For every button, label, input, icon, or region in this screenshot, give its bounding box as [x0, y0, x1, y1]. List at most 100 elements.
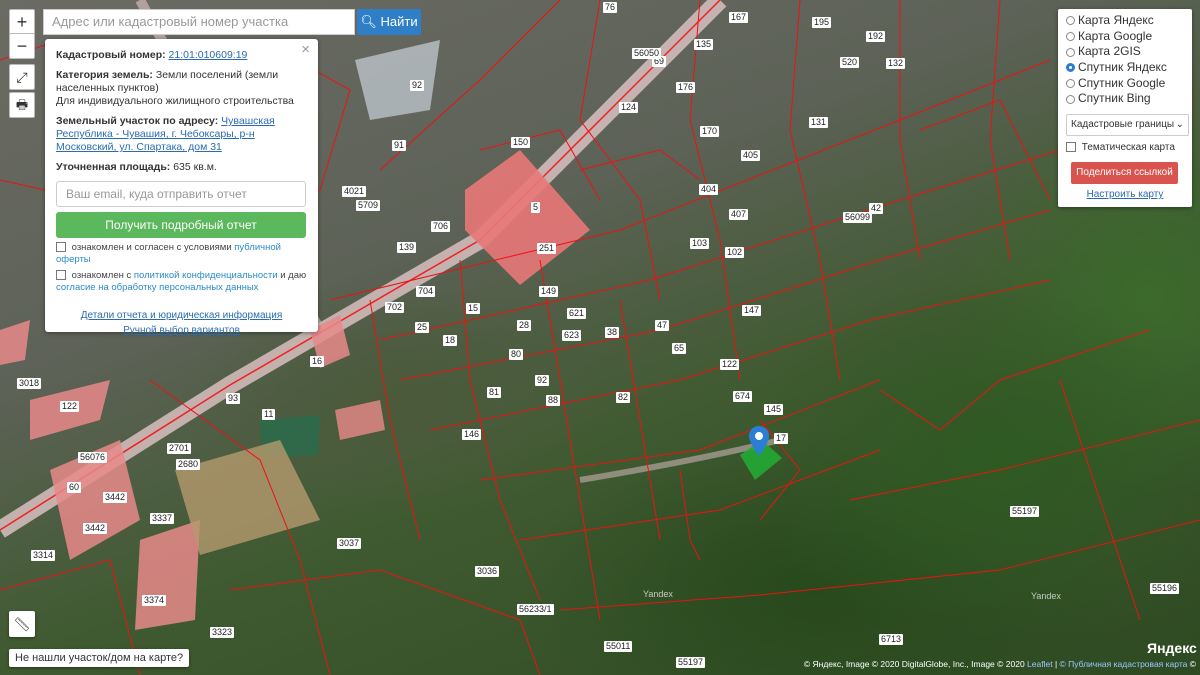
plot-label[interactable]: 404	[699, 184, 719, 195]
plot-label[interactable]: 122	[60, 401, 80, 412]
layer-option[interactable]: Спутник Google	[1066, 76, 1184, 92]
radio-icon[interactable]	[1066, 79, 1075, 89]
plot-label[interactable]: 167	[729, 12, 749, 23]
plot-label[interactable]: 15	[466, 303, 481, 314]
manual-selection-link[interactable]: Ручной выбор вариантов	[56, 323, 307, 338]
plot-label[interactable]: 80	[509, 349, 524, 360]
plot-label[interactable]: 405	[741, 150, 761, 161]
plot-label[interactable]: 25	[415, 322, 430, 333]
plot-label[interactable]: 56233/1	[517, 604, 554, 615]
plot-label[interactable]: 55011	[604, 641, 633, 652]
close-icon[interactable]: ×	[301, 42, 310, 57]
plot-label[interactable]: 706	[431, 221, 451, 232]
thematic-checkbox[interactable]	[1066, 142, 1076, 153]
plot-label[interactable]: 407	[729, 209, 749, 220]
plot-label[interactable]: 621	[567, 308, 587, 319]
leaflet-link[interactable]: Leaflet	[1027, 659, 1053, 669]
plot-label[interactable]: 3442	[83, 523, 108, 534]
search-input[interactable]: Адрес или кадастровый номер участка	[43, 9, 355, 35]
plot-label[interactable]: 674	[733, 391, 753, 402]
plot-label[interactable]: 170	[700, 126, 720, 137]
plot-label[interactable]: 3442	[103, 492, 128, 503]
email-input[interactable]: Ваш email, куда отправить отчет	[56, 181, 306, 207]
plot-label[interactable]: 131	[809, 117, 829, 128]
plot-label[interactable]: 251	[537, 243, 557, 254]
privacy-link[interactable]: политикой конфиденциальности	[134, 270, 278, 281]
plot-label[interactable]: 38	[605, 327, 620, 338]
plot-label[interactable]: 124	[619, 102, 639, 113]
plot-label[interactable]: 4021	[342, 186, 367, 197]
plot-label[interactable]: 56099	[843, 212, 873, 223]
ruler-icon[interactable]: 📏︎	[9, 611, 35, 637]
plot-label[interactable]: 3037	[337, 538, 362, 549]
plot-label[interactable]: 176	[676, 82, 696, 93]
get-report-button[interactable]: Получить подробный отчет	[56, 212, 306, 238]
plot-label[interactable]: 3036	[475, 566, 500, 577]
layer-option[interactable]: Спутник Bing	[1066, 91, 1184, 107]
plot-label[interactable]: 149	[539, 286, 559, 297]
plot-label[interactable]: 146	[462, 429, 482, 440]
plot-label[interactable]: 17	[774, 433, 789, 444]
fullscreen-button[interactable]: ⤢	[9, 64, 35, 90]
plot-label[interactable]: 2680	[176, 459, 201, 470]
plot-label[interactable]: 192	[866, 31, 886, 42]
layer-option[interactable]: Спутник Яндекс	[1066, 60, 1184, 76]
plot-label[interactable]: 76	[603, 2, 618, 13]
plot-label[interactable]: 704	[416, 286, 436, 297]
privacy-checkbox[interactable]	[56, 270, 66, 281]
plot-label[interactable]: 623	[562, 330, 582, 341]
share-link-button[interactable]: Поделиться ссылкой	[1071, 162, 1178, 185]
plot-label[interactable]: 55196	[1150, 583, 1180, 594]
plot-label[interactable]: 5	[531, 202, 541, 213]
plot-label[interactable]: 6713	[879, 634, 904, 645]
plot-label[interactable]: 5709	[356, 200, 381, 211]
zoom-in-button[interactable]: +	[9, 9, 35, 35]
search-button[interactable]: 🔍︎ Найти	[357, 9, 421, 35]
plot-label[interactable]: 65	[672, 343, 687, 354]
plot-label[interactable]: 11	[262, 409, 276, 420]
plot-label[interactable]: 102	[725, 247, 745, 258]
plot-label[interactable]: 122	[720, 359, 740, 370]
plot-label[interactable]: 93	[226, 393, 241, 404]
plot-label[interactable]: 2701	[167, 443, 192, 454]
overlay-select[interactable]: Кадастровые границы ⌄	[1066, 114, 1189, 137]
zoom-out-button[interactable]: −	[9, 33, 35, 59]
plot-label[interactable]: 3314	[31, 550, 56, 561]
plot-label[interactable]: 3018	[17, 378, 42, 389]
plot-label[interactable]: 56050	[632, 48, 662, 59]
layer-option[interactable]: Карта 2GIS	[1066, 44, 1184, 60]
plot-label[interactable]: 55197	[676, 657, 706, 668]
plot-label[interactable]: 3323	[210, 627, 235, 638]
plot-label[interactable]: 60	[67, 482, 82, 493]
plot-label[interactable]: 145	[764, 404, 784, 415]
cadastral-number-link[interactable]: 21:01:010609:19	[169, 49, 248, 61]
plot-label[interactable]: 147	[742, 305, 762, 316]
radio-icon[interactable]	[1066, 94, 1075, 104]
plot-label[interactable]: 150	[511, 137, 531, 148]
plot-label[interactable]: 139	[397, 242, 417, 253]
plot-label[interactable]: 16	[310, 356, 325, 367]
thematic-map-option[interactable]: Тематическая карта	[1066, 142, 1184, 153]
plot-label[interactable]: 47	[655, 320, 670, 331]
plot-label[interactable]: 91	[392, 140, 407, 151]
radio-selected-icon[interactable]	[1066, 63, 1075, 73]
not-found-button[interactable]: Не нашли участок/дом на карте?	[9, 649, 190, 667]
plot-label[interactable]: 135	[694, 39, 714, 50]
report-details-link[interactable]: Детали отчета и юридическая информация	[56, 308, 307, 323]
plot-label[interactable]: 520	[840, 57, 860, 68]
radio-icon[interactable]	[1066, 47, 1075, 57]
plot-label[interactable]: 81	[487, 387, 502, 398]
plot-label[interactable]: 92	[535, 375, 550, 386]
plot-label[interactable]: 88	[546, 395, 561, 406]
offer-checkbox[interactable]	[56, 242, 66, 253]
plot-label[interactable]: 3374	[142, 595, 167, 606]
plot-label[interactable]: 195	[812, 17, 832, 28]
plot-label[interactable]: 103	[690, 238, 710, 249]
layer-option[interactable]: Карта Яндекс	[1066, 13, 1184, 29]
radio-icon[interactable]	[1066, 16, 1075, 26]
consent-link[interactable]: согласие на обработку персональных данны…	[56, 282, 258, 293]
setup-map-link[interactable]: Настроить карту	[1066, 189, 1184, 200]
plot-label[interactable]: 132	[886, 58, 906, 69]
radio-icon[interactable]	[1066, 32, 1075, 42]
plot-label[interactable]: 82	[616, 392, 631, 403]
